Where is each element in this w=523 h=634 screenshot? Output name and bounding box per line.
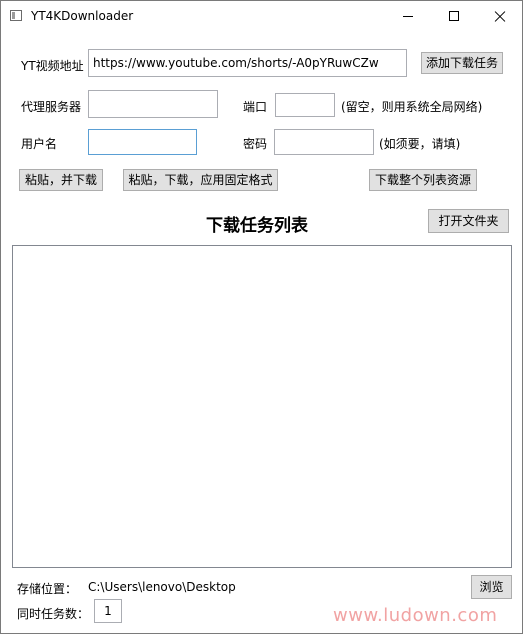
username-input[interactable] <box>88 129 197 155</box>
proxy-server-label: 代理服务器 <box>21 100 82 114</box>
port-hint: (留空，则用系统全局网络) <box>341 100 483 114</box>
password-hint: (如须要，请填) <box>379 137 461 151</box>
port-input[interactable] <box>275 93 335 117</box>
download-list-button[interactable]: 下载整个列表资源 <box>369 169 477 191</box>
paste-download-button[interactable]: 粘贴，并下载 <box>19 169 103 191</box>
concurrent-tasks-input[interactable]: 1 <box>94 599 122 623</box>
password-input[interactable] <box>274 129 374 155</box>
open-folder-button[interactable]: 打开文件夹 <box>428 209 509 233</box>
paste-download-format-button[interactable]: 粘贴，下载，应用固定格式 <box>123 169 278 191</box>
title-bar[interactable]: YT4KDownloader <box>1 1 522 31</box>
port-label: 端口 <box>243 100 268 114</box>
app-window: YT4KDownloader YT视频地址 https://www.youtub… <box>0 0 523 634</box>
save-location-label: 存储位置： <box>17 582 78 596</box>
close-button[interactable] <box>477 1 522 31</box>
password-label: 密码 <box>243 137 268 151</box>
browse-button[interactable]: 浏览 <box>471 575 512 599</box>
task-list[interactable] <box>12 245 512 568</box>
window-title: YT4KDownloader <box>31 9 134 23</box>
add-task-button[interactable]: 添加下载任务 <box>421 52 503 74</box>
maximize-button[interactable] <box>431 1 477 31</box>
minimize-button[interactable] <box>385 1 431 31</box>
task-list-title: 下载任务列表 <box>206 216 308 236</box>
username-label: 用户名 <box>21 137 58 151</box>
watermark: www.ludown.com <box>333 605 498 626</box>
save-path: C:\Users\lenovo\Desktop <box>88 580 236 594</box>
url-input[interactable]: https://www.youtube.com/shorts/-A0pYRuwC… <box>88 49 407 77</box>
concurrent-tasks-label: 同时任务数： <box>17 607 90 621</box>
window-icon <box>10 10 22 21</box>
proxy-server-input[interactable] <box>88 90 218 118</box>
url-label: YT视频地址 <box>21 59 84 73</box>
